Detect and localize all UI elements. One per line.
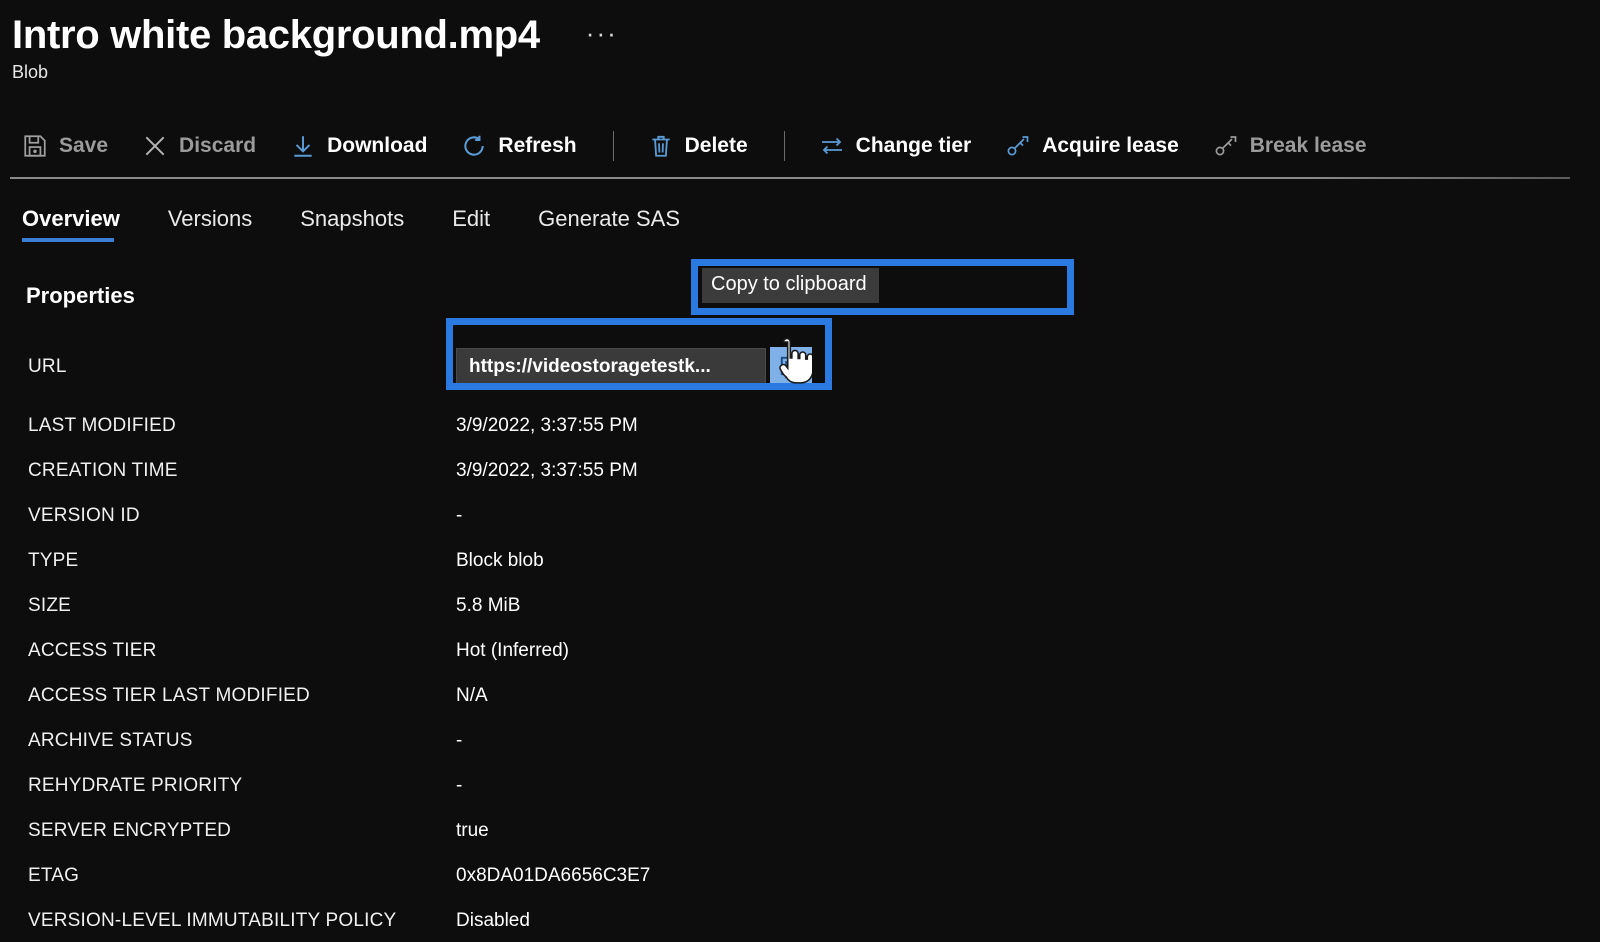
- property-row: ACCESS TIER LAST MODIFIED N/A: [0, 673, 1600, 718]
- toolbar-separator-2: [783, 131, 785, 161]
- tab-generate-sas[interactable]: Generate SAS: [538, 206, 680, 242]
- tab-versions[interactable]: Versions: [168, 206, 252, 242]
- property-label: LAST MODIFIED: [28, 414, 176, 436]
- property-value: -: [456, 729, 463, 751]
- tab-bar: Overview Versions Snapshots Edit Generat…: [22, 206, 728, 242]
- discard-icon: [142, 133, 168, 159]
- property-label: VERSION-LEVEL IMMUTABILITY POLICY: [28, 909, 397, 931]
- property-row: SIZE 5.8 MiB: [0, 583, 1600, 628]
- change-tier-icon: [819, 133, 845, 159]
- property-value: -: [456, 774, 463, 796]
- toolbar-separator-1: [612, 131, 614, 161]
- property-value: Hot (Inferred): [456, 639, 569, 661]
- property-label: ACCESS TIER: [28, 639, 157, 661]
- page-header: Intro white background.mp4 ··· Blob: [0, 0, 1600, 83]
- copy-tooltip: Copy to clipboard: [702, 268, 879, 303]
- tab-snapshots[interactable]: Snapshots: [300, 206, 404, 242]
- property-row: ARCHIVE STATUS -: [0, 718, 1600, 763]
- property-label: REHYDRATE PRIORITY: [28, 774, 243, 796]
- delete-button[interactable]: Delete: [648, 133, 748, 159]
- tab-overview[interactable]: Overview: [22, 206, 120, 242]
- break-lease-icon: [1213, 133, 1239, 159]
- property-row-url: URL https://videostoragetestk...: [0, 331, 1600, 403]
- property-value: 0x8DA01DA6656C3E7: [456, 864, 651, 886]
- copy-icon: [778, 354, 804, 380]
- title-row: Intro white background.mp4 ···: [0, 0, 1600, 60]
- blob-properties-page: Intro white background.mp4 ··· Blob Save…: [0, 0, 1600, 942]
- url-field-group: https://videostoragetestk...: [456, 347, 812, 387]
- property-label: CREATION TIME: [28, 459, 178, 481]
- page-title: Intro white background.mp4: [12, 13, 540, 57]
- acquire-lease-button[interactable]: Acquire lease: [1005, 133, 1179, 159]
- property-label: SERVER ENCRYPTED: [28, 819, 232, 841]
- delete-icon: [648, 133, 674, 159]
- change-tier-button[interactable]: Change tier: [819, 133, 972, 159]
- refresh-icon: [461, 133, 487, 159]
- command-bar: Save Discard Download Refresh Delete Cha…: [0, 118, 1600, 174]
- save-label: Save: [59, 134, 109, 157]
- property-row: TYPE Block blob: [0, 538, 1600, 583]
- properties-section: Properties URL https://videostoragetestk…: [0, 283, 1600, 942]
- break-lease-button[interactable]: Break lease: [1213, 133, 1367, 159]
- save-icon: [22, 133, 48, 159]
- property-row: VERSION-LEVEL IMMUTABILITY POLICY Disabl…: [0, 898, 1600, 942]
- property-value: true: [456, 819, 489, 841]
- refresh-label: Refresh: [498, 134, 577, 157]
- save-button[interactable]: Save: [22, 133, 108, 159]
- property-value: Disabled: [456, 909, 530, 931]
- property-row: ACCESS TIER Hot (Inferred): [0, 628, 1600, 673]
- property-label: VERSION ID: [28, 504, 140, 526]
- download-icon: [290, 133, 316, 159]
- property-row: ETAG 0x8DA01DA6656C3E7: [0, 853, 1600, 898]
- property-row: VERSION ID -: [0, 493, 1600, 538]
- page-subtitle: Blob: [12, 62, 49, 82]
- discard-label: Discard: [179, 134, 257, 157]
- property-row: SERVER ENCRYPTED true: [0, 808, 1600, 853]
- toolbar-divider: [10, 177, 1570, 179]
- change-tier-label: Change tier: [855, 134, 972, 157]
- download-button[interactable]: Download: [290, 133, 427, 159]
- property-value: 5.8 MiB: [456, 594, 521, 616]
- property-value: 3/9/2022, 3:37:55 PM: [456, 414, 638, 436]
- refresh-button[interactable]: Refresh: [461, 133, 577, 159]
- property-label: TYPE: [28, 549, 79, 571]
- property-row: REHYDRATE PRIORITY -: [0, 763, 1600, 808]
- break-lease-label: Break lease: [1249, 134, 1367, 157]
- download-label: Download: [327, 134, 428, 157]
- property-value: Block blob: [456, 549, 544, 571]
- property-row: LAST MODIFIED 3/9/2022, 3:37:55 PM: [0, 403, 1600, 448]
- more-options-icon[interactable]: ···: [586, 20, 618, 46]
- copy-to-clipboard-button[interactable]: [770, 347, 812, 387]
- property-label: ETAG: [28, 864, 80, 886]
- property-value: 3/9/2022, 3:37:55 PM: [456, 459, 638, 481]
- discard-button[interactable]: Discard: [142, 133, 256, 159]
- acquire-lease-label: Acquire lease: [1042, 134, 1179, 157]
- property-row: CREATION TIME 3/9/2022, 3:37:55 PM: [0, 448, 1600, 493]
- acquire-lease-icon: [1005, 133, 1031, 159]
- property-label: ARCHIVE STATUS: [28, 729, 193, 751]
- property-label-url: URL: [28, 356, 67, 377]
- property-label: ACCESS TIER LAST MODIFIED: [28, 684, 310, 706]
- tab-edit[interactable]: Edit: [452, 206, 490, 242]
- property-value: N/A: [456, 684, 488, 706]
- property-label: SIZE: [28, 594, 72, 616]
- property-value: -: [456, 504, 463, 526]
- delete-label: Delete: [684, 134, 748, 157]
- url-input[interactable]: https://videostoragetestk...: [456, 348, 766, 386]
